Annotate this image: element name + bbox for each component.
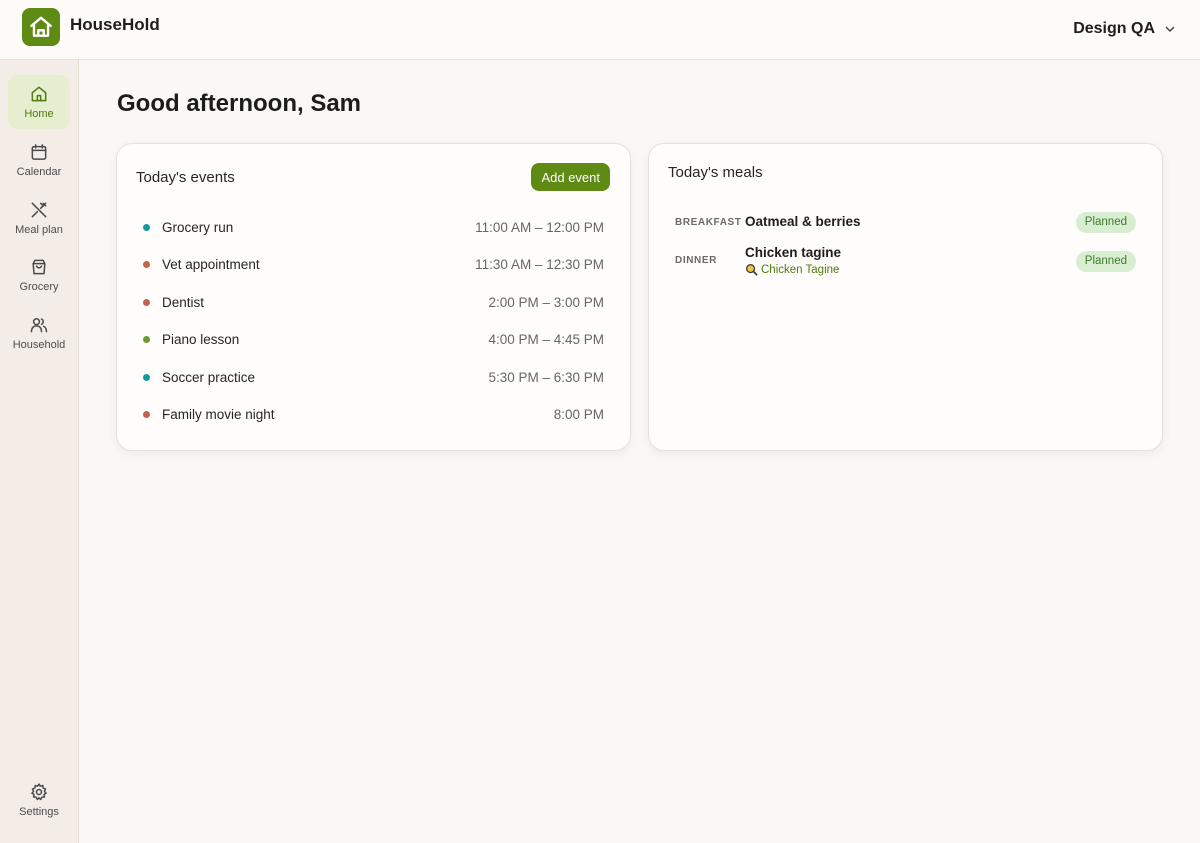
app-root: HouseHold Design QA Home Calendar Meal p… (0, 0, 1200, 843)
recipe-link[interactable]: Chicken Tagine (745, 263, 839, 276)
event-name: Dentist (162, 294, 205, 310)
event-name: Family movie night (162, 406, 275, 422)
event-row[interactable]: Dentist 2:00 PM – 3:00 PM (143, 292, 604, 312)
users-icon (30, 318, 48, 333)
event-time: 2:00 PM – 3:00 PM (488, 294, 604, 310)
event-name: Soccer practice (162, 369, 256, 385)
sidebar-item-label: Calendar (16, 166, 62, 178)
search-icon (746, 264, 758, 276)
sidebar-item-label: Household (12, 339, 66, 351)
shopping-bag-icon (32, 259, 46, 275)
sidebar-item-household[interactable]: Household (8, 306, 70, 360)
calendar-icon (31, 144, 47, 160)
event-row[interactable]: Soccer practice 5:30 PM – 6:30 PM (143, 367, 604, 387)
meal-name: Oatmeal & berries (745, 214, 861, 229)
events-card-title: Today's events (136, 169, 235, 186)
event-color-dot (143, 373, 150, 381)
gear-icon (31, 783, 47, 801)
sidebar-item-label: Grocery (19, 281, 59, 293)
workspace-name: Design QA (1073, 20, 1155, 37)
event-row[interactable]: Vet appointment 11:30 AM – 12:30 PM (143, 254, 604, 274)
event-name: Grocery run (162, 219, 234, 235)
add-event-button[interactable]: Add event (531, 163, 610, 191)
meals-card-title: Today's meals (668, 164, 763, 181)
utensils-icon (31, 202, 47, 218)
sidebar-item-home[interactable]: Home (8, 75, 70, 129)
event-color-dot (143, 335, 150, 343)
event-row[interactable]: Grocery run 11:00 AM – 12:00 PM (143, 217, 604, 237)
sidebar-item-grocery[interactable]: Grocery (8, 248, 70, 302)
sidebar-item-label: Home (24, 108, 54, 120)
top-header: HouseHold Design QA (0, 0, 1200, 60)
workspace-switcher[interactable]: Design QA (1073, 20, 1176, 38)
event-row[interactable]: Piano lesson 4:00 PM – 4:45 PM (143, 329, 604, 349)
home-icon (31, 86, 47, 102)
sidebar-item-settings[interactable]: Settings (8, 773, 70, 827)
events-card: Today's events Add event Grocery run 11:… (116, 143, 631, 451)
meal-type-label: DINNER (675, 255, 717, 266)
recipe-link-label: Chicken Tagine (761, 263, 840, 276)
event-color-dot (143, 410, 150, 418)
app-name: HouseHold (70, 15, 160, 34)
status-badge: Planned (1075, 212, 1136, 233)
event-color-dot (143, 298, 150, 306)
meal-type-label: BREAKFAST (675, 217, 742, 228)
sidebar-item-meal-plan[interactable]: Meal plan (8, 191, 70, 245)
event-time: 11:00 AM – 12:00 PM (475, 219, 604, 235)
meal-row-dinner[interactable]: DINNER Chicken tagine Chicken Tagine Pla… (675, 244, 1136, 280)
meal-name: Chicken tagine (745, 245, 842, 260)
event-color-dot (143, 223, 150, 231)
sidebar-item-calendar[interactable]: Calendar (8, 133, 70, 187)
event-row[interactable]: Family movie night 8:00 PM (143, 404, 604, 424)
status-badge: Planned (1075, 251, 1136, 272)
chevron-down-icon (1165, 26, 1175, 32)
event-time: 5:30 PM – 6:30 PM (488, 369, 604, 385)
sidebar: Home Calendar Meal plan Grocery Househol… (0, 60, 79, 843)
house-icon (30, 16, 52, 37)
meal-row-breakfast[interactable]: BREAKFAST Oatmeal & berries Planned (675, 212, 1136, 234)
sidebar-item-label: Settings (19, 806, 59, 818)
event-time: 8:00 PM (553, 406, 604, 422)
logo[interactable] (22, 8, 60, 46)
event-time: 11:30 AM – 12:30 PM (475, 256, 604, 272)
event-name: Piano lesson (162, 331, 240, 347)
event-color-dot (143, 260, 150, 268)
page-title: Good afternoon, Sam (117, 90, 362, 117)
sidebar-item-label: Meal plan (15, 224, 63, 236)
event-name: Vet appointment (162, 256, 260, 272)
meals-card: Today's meals BREAKFAST Oatmeal & berrie… (648, 143, 1163, 451)
event-time: 4:00 PM – 4:45 PM (488, 331, 604, 347)
